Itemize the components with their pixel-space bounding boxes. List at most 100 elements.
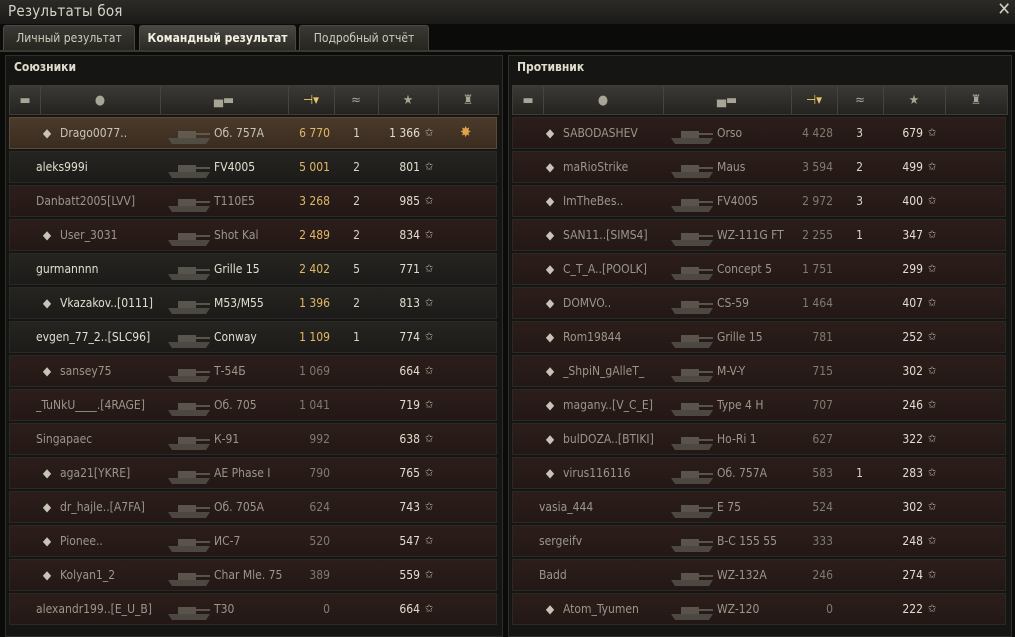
- table-row[interactable]: ◆ SAN11..[SIMS4] WZ-111G FT 2 255 1 347 ✩: [512, 219, 1006, 251]
- table-row[interactable]: Badd WZ-132A 246 274 ✩: [512, 559, 1006, 591]
- damage-value: 1 396: [299, 296, 330, 310]
- player-name: SABODASHEV: [563, 126, 638, 140]
- xp-star-icon: ✩: [425, 534, 434, 547]
- vehicle-name: FV4005: [214, 160, 256, 174]
- kills-value: 1: [353, 126, 360, 140]
- player-name: User_3031: [60, 228, 118, 242]
- damage-value: 1 751: [802, 262, 833, 276]
- kills-value: [843, 322, 863, 352]
- table-row[interactable]: ◆ magany..[V_C_E] Type 4 H 707 246 ✩: [512, 389, 1006, 421]
- table-row[interactable]: ◆ Drago0077.. Об. 757А 6 770 1 1 366 ✩ ✸: [9, 117, 497, 149]
- table-row[interactable]: ◆ Rom19844 Grille 15 781 252 ✩: [512, 321, 1006, 353]
- damage-value: 3 594: [802, 160, 833, 174]
- table-row[interactable]: ◆ Pionee.. ИС-7 520 547 ✩: [9, 525, 497, 557]
- table-row[interactable]: ◆ sansey75 Т-54Б 1 069 664 ✩: [9, 355, 497, 387]
- kills-icon[interactable]: ≈: [837, 86, 884, 114]
- damage-sort-icon[interactable]: ⊣▾: [791, 86, 838, 114]
- table-row[interactable]: evgen_77_2..[SLC96] Conway 1 109 1 774 ✩: [9, 321, 497, 353]
- xp-value: 252: [902, 330, 923, 344]
- damage-sort-icon[interactable]: ⊣▾: [288, 86, 335, 114]
- medal-icon[interactable]: ♜: [945, 86, 1007, 114]
- medal-icon[interactable]: ♜: [438, 86, 498, 114]
- xp-star-icon: ✩: [928, 568, 937, 581]
- vehicle-name: Ho-Ri 1: [717, 432, 757, 446]
- squad-icon[interactable]: ▬: [10, 86, 41, 114]
- close-icon[interactable]: ✕: [997, 0, 1011, 20]
- player-name: Vkazakov..[0111]: [60, 296, 153, 310]
- table-row[interactable]: _TuNkU____.[4RAGE] Об. 705 1 041 719 ✩: [9, 389, 497, 421]
- tab-personal-result[interactable]: Личный результат: [3, 25, 135, 50]
- star-icon[interactable]: ★: [378, 86, 439, 114]
- player-name: Kolyan1_2: [60, 568, 116, 582]
- xp-value: 246: [902, 398, 923, 412]
- table-row[interactable]: ◆ User_3031 Shot Kal 2 489 2 834 ✩: [9, 219, 497, 251]
- player-name: Badd: [539, 568, 567, 582]
- table-row[interactable]: ◆ aga21[YKRE] AE Phase I 790 765 ✩: [9, 457, 497, 489]
- tank-silhouette-icon: [671, 301, 713, 314]
- squad-icon[interactable]: ▬: [513, 86, 544, 114]
- table-row[interactable]: ◆ bulDOZA..[BTIKI] Ho-Ri 1 627 322 ✩: [512, 423, 1006, 455]
- clan-emblem-icon: ◆: [42, 466, 52, 480]
- table-row[interactable]: ◆ Vkazakov..[0111] M53/M55 1 396 2 813 ✩: [9, 287, 497, 319]
- kills-value: 2: [856, 160, 863, 174]
- tank-icon[interactable]: ▄▬: [663, 86, 792, 114]
- vehicle-name: M-V-Y: [717, 364, 746, 378]
- xp-star-icon: ✩: [425, 126, 434, 139]
- table-row[interactable]: Singapaec К-91 992 638 ✩: [9, 423, 497, 455]
- vehicle-name: Char Mle. 75: [214, 568, 283, 582]
- table-row[interactable]: ◆ _ShpiN_gAlleT_ M-V-Y 715 302 ✩: [512, 355, 1006, 387]
- tank-silhouette-icon: [168, 267, 210, 280]
- table-row[interactable]: ◆ Atom_Tyumen WZ-120 0 222 ✩: [512, 593, 1006, 625]
- table-row[interactable]: ◆ maRioStrike Maus 3 594 2 499 ✩: [512, 151, 1006, 183]
- table-row[interactable]: ◆ DOMVO.. CS-59 1 464 407 ✩: [512, 287, 1006, 319]
- player-icon[interactable]: ●: [40, 86, 161, 114]
- kills-value: [340, 526, 360, 556]
- table-row[interactable]: vasia_444 E 75 524 302 ✩: [512, 491, 1006, 523]
- tank-silhouette-icon: [168, 301, 210, 314]
- vehicle-name: Об. 705: [214, 398, 257, 412]
- table-row[interactable]: ◆ Kolyan1_2 Char Mle. 75 389 559 ✩: [9, 559, 497, 591]
- tab-team-result[interactable]: Командный результат: [139, 25, 296, 50]
- player-name: gurmannnn: [36, 262, 99, 276]
- tank-icon[interactable]: ▄▬: [160, 86, 289, 114]
- table-row[interactable]: gurmannnn Grille 15 2 402 5 771 ✩: [9, 253, 497, 285]
- xp-value: 719: [399, 398, 420, 412]
- tank-silhouette-icon: [168, 403, 210, 416]
- vehicle-name: К-91: [214, 432, 240, 446]
- star-icon[interactable]: ★: [883, 86, 946, 114]
- vehicle-name: Type 4 H: [717, 398, 764, 412]
- kills-value: [843, 288, 863, 318]
- tab-detailed-report[interactable]: Подробный отчёт: [299, 25, 429, 50]
- window-title: Результаты боя: [8, 2, 123, 20]
- vehicle-name: Об. 757А: [214, 126, 264, 140]
- kills-icon[interactable]: ≈: [334, 86, 379, 114]
- table-row[interactable]: alexandr199..[E_U_B] T30 0 664 ✩: [9, 593, 497, 625]
- table-row[interactable]: ◆ ImTheBes.. FV4005 2 972 3 400 ✩: [512, 185, 1006, 217]
- table-row[interactable]: ◆ dr_hajle..[A7FA] Об. 705А 624 743 ✩: [9, 491, 497, 523]
- xp-star-icon: ✩: [425, 466, 434, 479]
- damage-value: 624: [309, 500, 330, 514]
- damage-value: 2 972: [802, 194, 833, 208]
- xp-star-icon: ✩: [928, 432, 937, 445]
- player-name: Drago0077..: [60, 126, 128, 140]
- tank-silhouette-icon: [671, 505, 713, 518]
- player-name: Danbatt2005[LVV]: [36, 194, 136, 208]
- damage-value: 4 428: [802, 126, 833, 140]
- tank-silhouette-icon: [168, 505, 210, 518]
- player-name: magany..[V_C_E]: [563, 398, 653, 412]
- table-row[interactable]: Danbatt2005[LVV] T110E5 3 268 2 985 ✩: [9, 185, 497, 217]
- clan-emblem-icon: ◆: [545, 364, 555, 378]
- table-row[interactable]: ◆ virus116116 Об. 757А 583 1 283 ✩: [512, 457, 1006, 489]
- enemies-panel: Противник ▬ ● ▄▬ ⊣▾ ≈ ★ ♜ ◆ SABODASHEV Ors…: [508, 55, 1012, 637]
- medal-badge-icon[interactable]: ✸: [460, 123, 471, 141]
- vehicle-name: ИС-7: [214, 534, 241, 548]
- table-row[interactable]: sergeifv В-С 155 55 333 248 ✩: [512, 525, 1006, 557]
- xp-star-icon: ✩: [928, 602, 937, 615]
- vehicle-name: WZ-132A: [717, 568, 767, 582]
- xp-value: 347: [902, 228, 923, 242]
- player-icon[interactable]: ●: [543, 86, 664, 114]
- table-row[interactable]: ◆ SABODASHEV Orso 4 428 3 679 ✩: [512, 117, 1006, 149]
- table-row[interactable]: ◆ C_T_A..[POOLK] Concept 5 1 751 299 ✩: [512, 253, 1006, 285]
- damage-value: 2 255: [802, 228, 833, 242]
- table-row[interactable]: aleks999i FV4005 5 001 2 801 ✩: [9, 151, 497, 183]
